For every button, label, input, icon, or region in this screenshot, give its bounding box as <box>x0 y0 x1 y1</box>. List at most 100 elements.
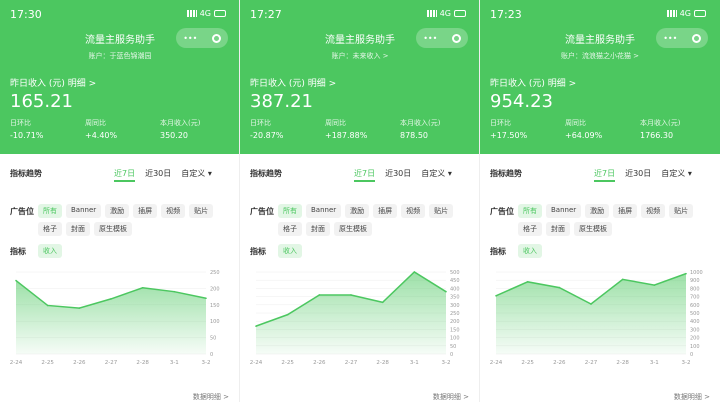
range-tab[interactable]: 近7日 <box>354 169 376 182</box>
detail-link[interactable]: 数据明细 > <box>433 392 469 402</box>
y-tick-label: 500 <box>450 270 460 276</box>
phone-screen: 17:27 4G 流量主服务助手 账户：未来收入 > ••• 昨日收入 (元) … <box>240 0 480 402</box>
miniprogram-capsule[interactable]: ••• <box>176 28 228 48</box>
stat-item: 本月收入(元) 1766.30 <box>640 118 710 140</box>
miniprogram-capsule[interactable]: ••• <box>416 28 468 48</box>
metric-tags[interactable]: 收入 <box>38 244 228 258</box>
adpos-tag[interactable]: 封面 <box>306 222 330 236</box>
x-tick-label: 3-1 <box>410 360 419 366</box>
adpos-tag[interactable]: Banner <box>306 204 342 218</box>
y-tick-label: 200 <box>690 336 700 342</box>
more-icon[interactable]: ••• <box>663 34 677 43</box>
range-tabs[interactable]: 近7日 近30日 自定义 ▾ <box>354 168 462 182</box>
metric-tag[interactable]: 收入 <box>38 244 62 258</box>
adpos-tag[interactable]: 贴片 <box>189 204 214 218</box>
area-fill <box>16 280 206 354</box>
adpos-tag[interactable]: 原生模板 <box>334 222 372 236</box>
x-tick-label: 2-25 <box>521 360 534 366</box>
adpos-tag[interactable]: 视频 <box>641 204 666 218</box>
range-tab[interactable]: 自定义 ▾ <box>661 169 692 178</box>
close-icon[interactable] <box>211 33 221 43</box>
y-tick-label: 450 <box>450 278 460 284</box>
yesterday-label[interactable]: 昨日收入 (元) 明细 > <box>10 76 96 89</box>
stat-value: +64.09% <box>565 131 603 140</box>
yesterday-label[interactable]: 昨日收入 (元) 明细 > <box>250 76 336 89</box>
more-icon[interactable]: ••• <box>183 34 197 43</box>
adpos-tags[interactable]: 所有 Banner 激励 插屏 视频 贴片格子 封面 原生模板 <box>38 204 228 236</box>
y-tick-label: 150 <box>450 327 460 333</box>
adpos-tag[interactable]: 贴片 <box>429 204 454 218</box>
status-time: 17:30 <box>10 8 42 21</box>
stat-item: 周同比 +64.09% <box>565 118 635 140</box>
adpos-tag[interactable]: 原生模板 <box>94 222 132 236</box>
adpos-tag[interactable]: 插屏 <box>133 204 158 218</box>
stat-label: 本月收入(元) <box>160 119 201 127</box>
range-tab[interactable]: 近7日 <box>114 169 136 182</box>
x-tick-label: 2-26 <box>553 360 566 366</box>
adpos-tag[interactable]: 视频 <box>401 204 426 218</box>
adpos-tag[interactable]: 插屏 <box>373 204 398 218</box>
metric-tag[interactable]: 收入 <box>518 244 542 258</box>
adpos-tags[interactable]: 所有 Banner 激励 插屏 视频 贴片格子 封面 原生模板 <box>518 204 708 236</box>
adpos-tag[interactable]: 格子 <box>278 222 302 236</box>
adpos-tag[interactable]: 激励 <box>585 204 610 218</box>
stat-value: -20.87% <box>250 131 284 140</box>
data-point <box>15 279 17 282</box>
detail-link[interactable]: 数据明细 > <box>674 392 710 402</box>
metric-tags[interactable]: 收入 <box>278 244 468 258</box>
adpos-tag[interactable]: 插屏 <box>613 204 638 218</box>
yesterday-income: 954.23 <box>490 91 553 112</box>
x-tick-label: 2-24 <box>10 360 23 366</box>
data-point <box>590 303 592 305</box>
close-icon[interactable] <box>451 33 461 43</box>
x-tick-label: 3-1 <box>650 360 659 366</box>
adpos-label: 广告位 <box>490 207 514 216</box>
account-label[interactable]: 账户：流浪猫之小花猫 > <box>480 51 720 61</box>
stat-item: 日环比 -10.71% <box>10 118 80 140</box>
yesterday-income: 165.21 <box>10 91 73 112</box>
adpos-tag[interactable]: 格子 <box>38 222 62 236</box>
stat-label: 周同比 <box>325 119 346 127</box>
more-icon[interactable]: ••• <box>423 34 437 43</box>
account-label[interactable]: 账户：未来收入 > <box>240 51 479 61</box>
adpos-tag[interactable]: 激励 <box>345 204 370 218</box>
adpos-tag[interactable]: 激励 <box>105 204 130 218</box>
range-tab[interactable]: 近30日 <box>625 169 651 178</box>
stat-value: 1766.30 <box>640 131 674 140</box>
stat-value: +17.50% <box>490 131 528 140</box>
data-point <box>621 278 624 281</box>
adpos-tag[interactable]: Banner <box>66 204 102 218</box>
signal-icon <box>426 10 437 17</box>
range-tab[interactable]: 近30日 <box>385 169 411 178</box>
adpos-tag[interactable]: 所有 <box>278 204 302 218</box>
metric-tags[interactable]: 收入 <box>518 244 708 258</box>
metric-tag[interactable]: 收入 <box>278 244 302 258</box>
yesterday-label[interactable]: 昨日收入 (元) 明细 > <box>490 76 576 89</box>
adpos-tag[interactable]: 封面 <box>546 222 570 236</box>
y-tick-label: 350 <box>450 295 460 301</box>
adpos-tag[interactable]: 视频 <box>161 204 186 218</box>
range-tab[interactable]: 近7日 <box>594 169 616 182</box>
data-point <box>350 294 352 296</box>
metric-label: 指标 <box>10 247 26 256</box>
account-label[interactable]: 账户：于蓝色锦潮园 <box>0 51 239 61</box>
adpos-tag[interactable]: 封面 <box>66 222 90 236</box>
range-tabs[interactable]: 近7日 近30日 自定义 ▾ <box>594 168 702 182</box>
adpos-tag[interactable]: 原生模板 <box>574 222 612 236</box>
close-icon[interactable] <box>691 33 701 43</box>
data-point <box>46 304 49 307</box>
range-tab[interactable]: 自定义 ▾ <box>181 169 212 178</box>
adpos-tag[interactable]: 贴片 <box>669 204 694 218</box>
x-tick-label: 2-24 <box>250 360 263 366</box>
range-tab[interactable]: 近30日 <box>145 169 171 178</box>
adpos-tag[interactable]: 格子 <box>518 222 542 236</box>
range-tab[interactable]: 自定义 ▾ <box>421 169 452 178</box>
adpos-tag[interactable]: 所有 <box>518 204 542 218</box>
detail-link[interactable]: 数据明细 > <box>193 392 229 402</box>
data-point <box>526 281 529 283</box>
range-tabs[interactable]: 近7日 近30日 自定义 ▾ <box>114 168 222 182</box>
adpos-tag[interactable]: 所有 <box>38 204 62 218</box>
adpos-tag[interactable]: Banner <box>546 204 582 218</box>
miniprogram-capsule[interactable]: ••• <box>656 28 708 48</box>
adpos-tags[interactable]: 所有 Banner 激励 插屏 视频 贴片格子 封面 原生模板 <box>278 204 468 236</box>
